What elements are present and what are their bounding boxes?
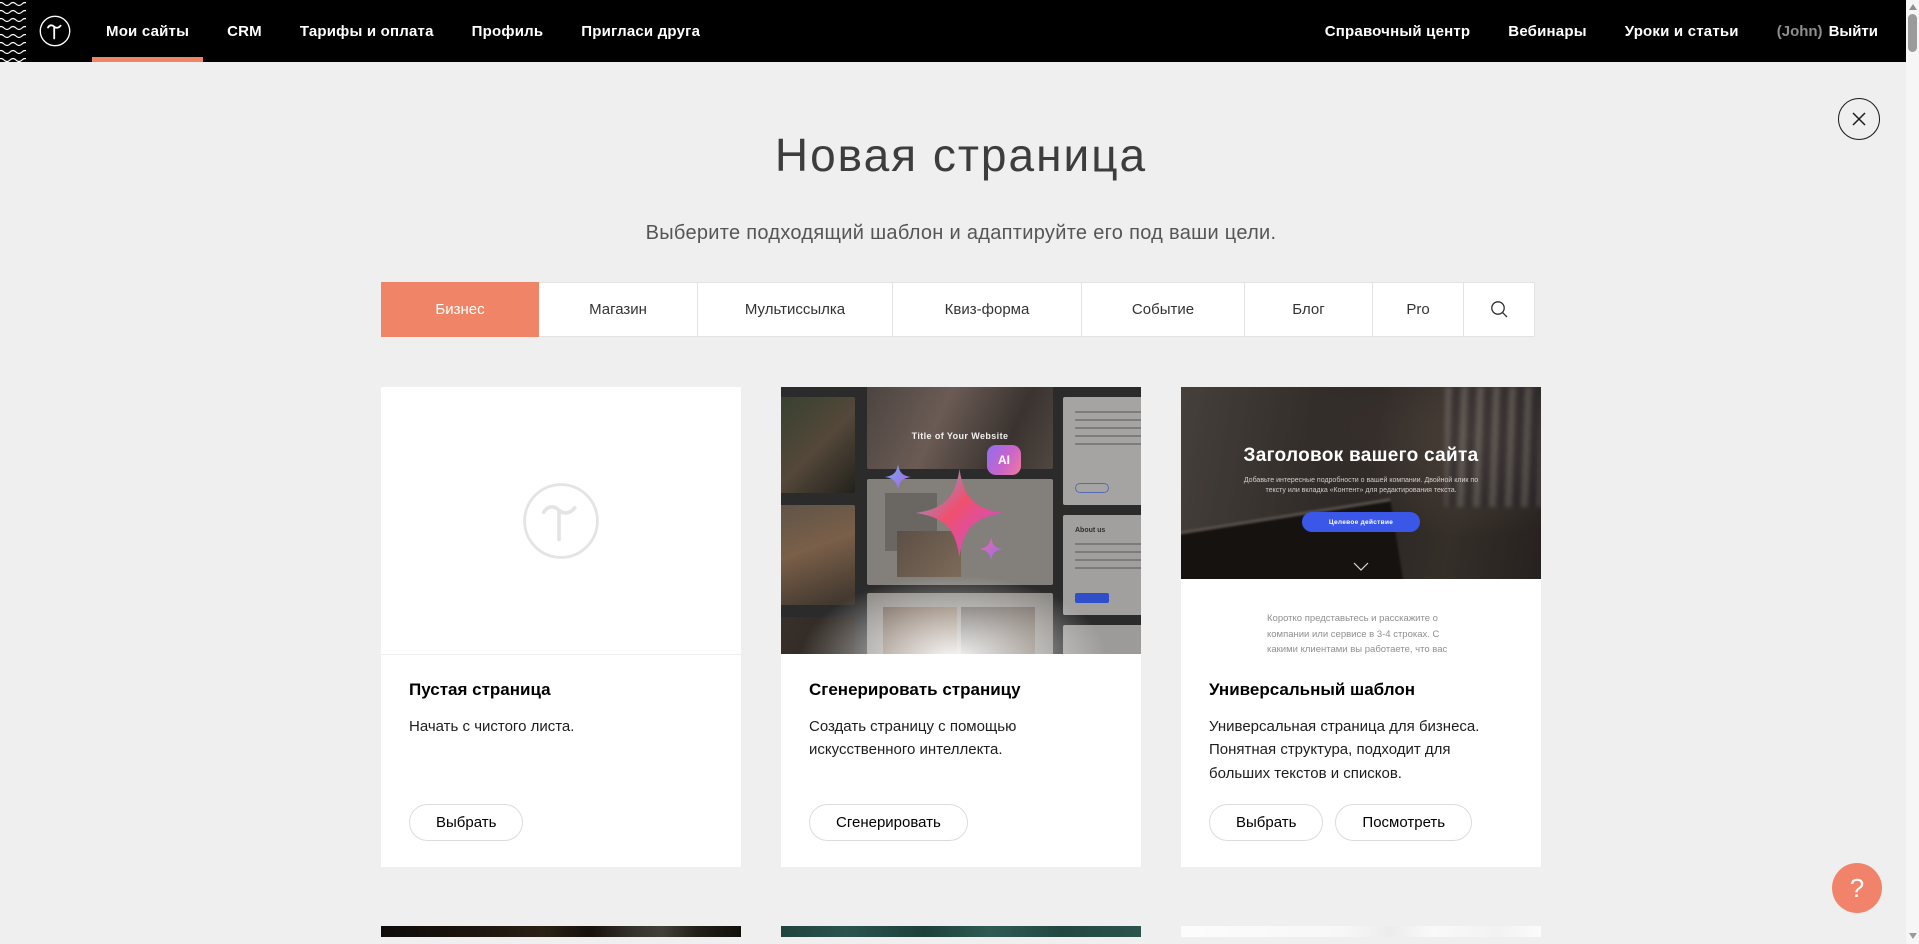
- ai-badge: AI: [987, 445, 1021, 475]
- tab-multilink[interactable]: Мультиссылка: [697, 282, 893, 337]
- nav-crm[interactable]: CRM: [227, 0, 262, 62]
- template-card-ai-generate[interactable]: Title of Your Website About us: [781, 387, 1141, 867]
- choose-button[interactable]: Выбрать: [1209, 804, 1323, 841]
- preview-hero-subtitle: Добавьте интересные подробности о вашей …: [1241, 476, 1481, 496]
- logout-link[interactable]: Выйти: [1829, 23, 1878, 40]
- nav-profile[interactable]: Профиль: [472, 0, 544, 62]
- preview-hero-title: Заголовок вашего сайта: [1244, 445, 1479, 467]
- main-nav: Мои сайты CRM Тарифы и оплата Профиль Пр…: [106, 0, 700, 62]
- tilda-watermark-icon: [519, 479, 603, 563]
- help-button-label: ?: [1850, 873, 1864, 904]
- card-actions: Сгенерировать: [809, 804, 968, 841]
- choose-button[interactable]: Выбрать: [409, 804, 523, 841]
- tab-blog[interactable]: Блог: [1244, 282, 1373, 337]
- tilda-logo-icon: [38, 14, 72, 48]
- zigzag-pattern-strip[interactable]: [0, 0, 26, 62]
- universal-template-preview: Заголовок вашего сайта Добавьте интересн…: [1181, 387, 1541, 654]
- tilda-logo[interactable]: [38, 14, 72, 48]
- template-cards-row-2: [381, 926, 1541, 937]
- nav-webinars[interactable]: Вебинары: [1508, 0, 1586, 62]
- preview-text-section: Коротко представьтесь и расскажите о ком…: [1181, 579, 1541, 654]
- view-button[interactable]: Посмотреть: [1335, 804, 1472, 841]
- nav-tariffs[interactable]: Тарифы и оплата: [300, 0, 434, 62]
- card-actions: Выбрать: [409, 804, 523, 841]
- page-scrollbar[interactable]: [1906, 0, 1919, 944]
- ai-generate-preview: Title of Your Website About us: [781, 387, 1141, 654]
- scrollbar-thumb[interactable]: [1908, 14, 1917, 52]
- template-card-peek[interactable]: [781, 926, 1141, 937]
- nav-invite-friend[interactable]: Пригласи друга: [581, 0, 700, 62]
- template-card-universal[interactable]: Заголовок вашего сайта Добавьте интересн…: [1181, 387, 1541, 867]
- tab-event[interactable]: Событие: [1081, 282, 1245, 337]
- card-description: Начать с чистого листа.: [409, 715, 713, 738]
- search-icon: [1490, 300, 1509, 319]
- preview-body-text: Коротко представьтесь и расскажите о ком…: [1267, 611, 1471, 654]
- nav-lessons[interactable]: Уроки и статьи: [1625, 0, 1739, 62]
- new-page-dialog: Новая страница Выберите подходящий шабло…: [381, 62, 1541, 937]
- card-title: Сгенерировать страницу: [809, 680, 1113, 700]
- chevron-down-icon: [1353, 562, 1369, 571]
- card-description: Создать страницу с помощью искусственног…: [809, 715, 1113, 762]
- tab-pro[interactable]: Pro: [1372, 282, 1464, 337]
- template-card-blank-page[interactable]: Пустая страница Начать с чистого листа. …: [381, 387, 741, 867]
- card-title: Пустая страница: [409, 680, 713, 700]
- scrollbar-down-arrow-icon[interactable]: [1909, 933, 1917, 939]
- template-category-tabs: Бизнес Магазин Мультиссылка Квиз-форма С…: [381, 282, 1541, 337]
- scrollbar-up-arrow-icon[interactable]: [1909, 4, 1917, 10]
- page-title: Новая страница: [381, 128, 1541, 182]
- card-body: Сгенерировать страницу Создать страницу …: [781, 654, 1141, 867]
- nav-my-sites[interactable]: Мои сайты: [106, 0, 189, 62]
- tab-store[interactable]: Магазин: [538, 282, 698, 337]
- secondary-nav: Справочный центр Вебинары Уроки и статьи…: [1325, 0, 1906, 62]
- template-card-peek[interactable]: [381, 926, 741, 937]
- ai-sparkle-small-icon: [979, 537, 1003, 561]
- tab-quiz-form[interactable]: Квиз-форма: [892, 282, 1082, 337]
- page-subtitle: Выберите подходящий шаблон и адаптируйте…: [381, 222, 1541, 245]
- close-icon: [1850, 110, 1868, 128]
- hero-content: Заголовок вашего сайта Добавьте интересн…: [1181, 387, 1541, 579]
- template-cards-row: Пустая страница Начать с чистого листа. …: [381, 387, 1541, 867]
- nav-help-center[interactable]: Справочный центр: [1325, 0, 1471, 62]
- generate-button[interactable]: Сгенерировать: [809, 804, 968, 841]
- card-actions: Выбрать Посмотреть: [1209, 804, 1472, 841]
- close-button[interactable]: [1838, 98, 1880, 140]
- tab-business[interactable]: Бизнес: [381, 282, 539, 337]
- top-header: Мои сайты CRM Тарифы и оплата Профиль Пр…: [0, 0, 1906, 62]
- template-card-peek[interactable]: [1181, 926, 1541, 937]
- preview-hero-section: Заголовок вашего сайта Добавьте интересн…: [1181, 387, 1541, 579]
- ai-sparkle-small-icon: [885, 464, 911, 490]
- card-body: Универсальный шаблон Универсальная стран…: [1181, 654, 1541, 867]
- help-button[interactable]: ?: [1832, 863, 1882, 913]
- card-body: Пустая страница Начать с чистого листа. …: [381, 654, 741, 867]
- user-name: (John): [1777, 23, 1823, 40]
- card-description: Универсальная страница для бизнеса. Поня…: [1209, 715, 1513, 785]
- card-title: Универсальный шаблон: [1209, 680, 1513, 700]
- user-chunk: (John) Выйти: [1777, 23, 1878, 40]
- preview-cta-button: Целевое действие: [1302, 512, 1420, 532]
- tab-search[interactable]: [1463, 282, 1535, 337]
- blank-page-preview: [381, 387, 741, 654]
